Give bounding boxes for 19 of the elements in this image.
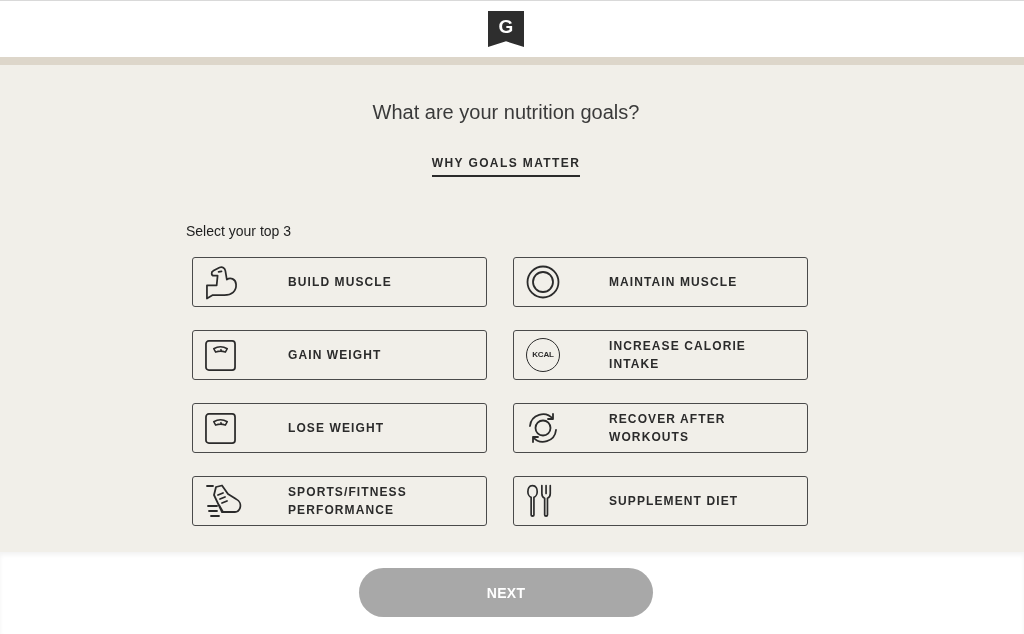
goal-option[interactable]: MAINTAIN MUSCLE — [513, 257, 808, 307]
goal-option[interactable]: LOSE WEIGHT — [192, 403, 487, 453]
plate-icon — [526, 265, 560, 299]
running-shoe-icon — [205, 484, 243, 518]
goal-option[interactable]: SUPPLEMENT DIET — [513, 476, 808, 526]
spoon-fork-icon — [526, 483, 554, 519]
instruction-text: Select your top 3 — [186, 223, 293, 240]
why-goals-link[interactable]: WHY GOALS MATTER — [431, 155, 581, 177]
bathroom-scale-icon — [205, 339, 236, 371]
goal-option[interactable]: GAIN WEIGHT — [192, 330, 487, 380]
goal-option[interactable]: SPORTS/FITNESS PERFORMANCE — [192, 476, 487, 526]
circular-arrows-icon — [526, 411, 560, 445]
goal-option[interactable]: RECOVER AFTER WORKOUTS — [513, 403, 808, 453]
page-title: What are your nutrition goals? — [371, 100, 641, 125]
goal-option[interactable]: KCAL INCREASE CALORIE INTAKE — [513, 330, 808, 380]
goal-option[interactable]: BUILD MUSCLE — [192, 257, 487, 307]
bathroom-scale-icon — [205, 412, 236, 444]
flexed-arm-icon — [205, 264, 238, 300]
brand-logo: G — [488, 11, 524, 47]
